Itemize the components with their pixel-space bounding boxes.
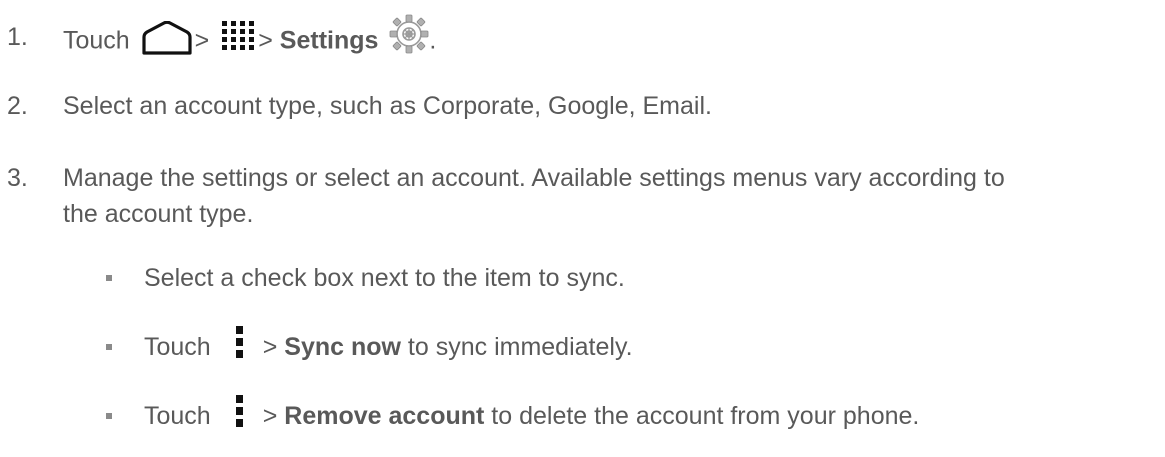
step-text-line-1: Manage the settings or select an account… xyxy=(63,164,1005,192)
period: . xyxy=(429,26,437,55)
bullet-marker xyxy=(106,275,112,281)
step-number: 2. xyxy=(7,92,28,120)
menu-icon xyxy=(233,395,245,428)
step-number: 1. xyxy=(7,23,28,51)
step-text-line-2: the account type. xyxy=(63,200,254,228)
sync-now-label: Sync now xyxy=(284,333,401,361)
touch-word: Touch xyxy=(144,333,211,361)
step-text: Touch > > Settings . xyxy=(63,14,437,62)
apps-grid-icon xyxy=(222,21,255,51)
remove-account-label: Remove account xyxy=(284,402,485,430)
menu-icon xyxy=(233,326,245,359)
bullet-rest: to sync immediately. xyxy=(407,333,633,361)
touch-word: Touch xyxy=(144,402,211,430)
settings-label: Settings xyxy=(279,26,379,55)
separator: > xyxy=(258,26,273,55)
bullet-marker xyxy=(106,413,112,419)
separator: > xyxy=(194,26,210,55)
bullet-text: Touch > Sync now to sync immediately. xyxy=(144,326,633,364)
settings-gear-icon xyxy=(389,14,429,54)
bullet-marker xyxy=(106,344,112,350)
separator: > xyxy=(262,402,278,430)
step-number: 3. xyxy=(7,164,28,192)
home-icon xyxy=(141,20,193,55)
bullet-text: Select a check box next to the item to s… xyxy=(144,264,625,292)
step-text: Select an account type, such as Corporat… xyxy=(63,92,712,120)
separator: > xyxy=(262,333,278,361)
bullet-text: Touch > Remove account to delete the acc… xyxy=(144,395,920,433)
bullet-rest: to delete the account from your phone. xyxy=(491,402,920,430)
touch-word: Touch xyxy=(63,26,130,55)
